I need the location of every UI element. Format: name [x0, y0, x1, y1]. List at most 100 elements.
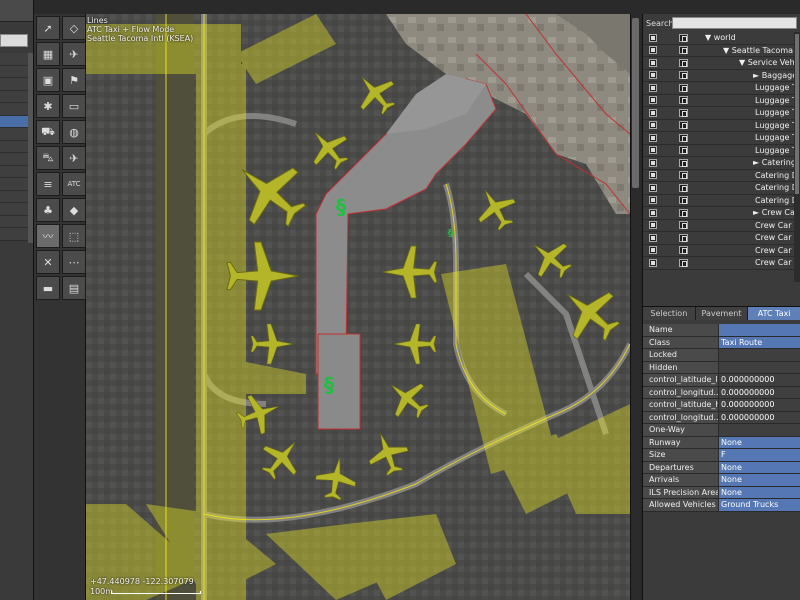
property-value[interactable] — [719, 424, 800, 436]
lock-checkbox[interactable] — [679, 208, 688, 217]
search-input[interactable] — [672, 17, 797, 29]
list-item[interactable] — [0, 65, 28, 78]
object-string-icon[interactable]: ⋯ — [62, 250, 86, 274]
tree-row[interactable]: Crew Car D — [643, 219, 800, 232]
lock-checkbox[interactable] — [679, 46, 688, 55]
visibility-checkbox[interactable] — [649, 58, 657, 67]
object-tool-icon[interactable]: ▣ — [36, 68, 60, 92]
tree-row[interactable]: Luggage T — [643, 107, 800, 120]
airport-beacon-icon[interactable]: ✈ — [62, 42, 86, 66]
lock-checkbox[interactable] — [679, 33, 688, 42]
property-value[interactable]: 0.000000000 — [719, 411, 800, 423]
tree-row[interactable]: Catering D — [643, 182, 800, 195]
truck-parking-icon[interactable]: ⛟ — [36, 120, 60, 144]
property-value[interactable]: None — [719, 486, 800, 498]
exclusion-zone-icon[interactable]: ✕ — [36, 250, 60, 274]
visibility-checkbox[interactable] — [649, 158, 657, 167]
tree-row[interactable]: ▼ Seattle Tacoma I — [643, 44, 800, 57]
visibility-checkbox[interactable] — [649, 258, 657, 267]
visibility-checkbox[interactable] — [649, 208, 657, 217]
list-item[interactable] — [0, 165, 28, 178]
visibility-checkbox[interactable] — [649, 146, 657, 155]
property-value[interactable]: F — [719, 449, 800, 461]
visibility-checkbox[interactable] — [649, 133, 657, 142]
tree-row[interactable]: Luggage T — [643, 132, 800, 145]
map-scrollbar[interactable] — [630, 14, 640, 600]
taxi-route-icon[interactable]: 〰 — [36, 224, 60, 248]
property-value[interactable]: None — [719, 461, 800, 473]
tree-row[interactable]: ► Catering — [643, 157, 800, 170]
tree-row[interactable]: Luggage T — [643, 144, 800, 157]
tree-row[interactable]: Crew Car D — [643, 257, 800, 270]
tree-forest-icon[interactable]: ♣ — [36, 198, 60, 222]
lock-checkbox[interactable] — [679, 183, 688, 192]
lock-checkbox[interactable] — [679, 158, 688, 167]
lock-checkbox[interactable] — [679, 196, 688, 205]
tree-row[interactable]: Catering D — [643, 169, 800, 182]
lock-checkbox[interactable] — [679, 96, 688, 105]
visibility-checkbox[interactable] — [649, 33, 657, 42]
line-marking-icon[interactable]: ≡ — [36, 172, 60, 196]
property-value[interactable]: None — [719, 474, 800, 486]
tab-atc-taxi[interactable]: ATC Taxi — [748, 307, 800, 320]
tree-row[interactable]: Luggage T — [643, 82, 800, 95]
property-value[interactable]: Ground Trucks — [719, 499, 800, 511]
visibility-checkbox[interactable] — [649, 246, 657, 255]
tree-row[interactable]: Luggage T — [643, 119, 800, 132]
visibility-checkbox[interactable] — [649, 221, 657, 230]
tree-row[interactable]: ► Crew Ca — [643, 207, 800, 220]
visibility-checkbox[interactable] — [649, 183, 657, 192]
visibility-checkbox[interactable] — [649, 108, 657, 117]
list-item[interactable] — [0, 178, 28, 191]
boundary-icon[interactable]: ⬚ — [62, 224, 86, 248]
lock-checkbox[interactable] — [679, 146, 688, 155]
tree-row[interactable]: Crew Car D — [643, 244, 800, 257]
windsock-icon[interactable]: ⚑ — [62, 68, 86, 92]
list-item[interactable] — [0, 90, 28, 103]
hierarchy-scrollbar[interactable] — [794, 32, 800, 282]
lock-checkbox[interactable] — [679, 83, 688, 92]
runway-light-icon[interactable]: ◍ — [62, 120, 86, 144]
lock-checkbox[interactable] — [679, 108, 688, 117]
visibility-checkbox[interactable] — [649, 196, 657, 205]
visibility-checkbox[interactable] — [649, 46, 657, 55]
property-value[interactable]: None — [719, 436, 800, 448]
list-item[interactable] — [0, 215, 28, 228]
property-value[interactable]: 0.000000000 — [719, 399, 800, 411]
tab-pavement[interactable]: Pavement — [695, 307, 749, 320]
select-arrow-icon[interactable]: ➚ — [36, 16, 60, 40]
list-item[interactable] — [0, 228, 28, 241]
lock-checkbox[interactable] — [679, 133, 688, 142]
hierarchy-tree[interactable]: ▼ world ▼ Seattle Tacoma I ▼ Service Vehic… — [643, 32, 800, 284]
list-item[interactable] — [0, 53, 28, 66]
library-list[interactable] — [0, 53, 28, 241]
list-item[interactable] — [0, 128, 28, 141]
property-value[interactable] — [719, 361, 800, 373]
list-item-selected[interactable] — [0, 115, 28, 128]
map-canvas[interactable]: § § § — [86, 14, 630, 600]
visibility-checkbox[interactable] — [649, 171, 657, 180]
lock-checkbox[interactable] — [679, 58, 688, 67]
lock-checkbox[interactable] — [679, 258, 688, 267]
draped-polygon-icon[interactable]: ◆ — [62, 198, 86, 222]
property-value[interactable]: 0.000000000 — [719, 374, 800, 386]
tree-row[interactable]: Catering D — [643, 194, 800, 207]
library-filter-input[interactable] — [0, 34, 28, 47]
list-item[interactable] — [0, 203, 28, 216]
library-scrollbar[interactable] — [28, 53, 33, 243]
list-item[interactable] — [0, 78, 28, 91]
lock-checkbox[interactable] — [679, 221, 688, 230]
list-item[interactable] — [0, 153, 28, 166]
vehicle-tool-icon[interactable]: ⛍ — [36, 146, 60, 170]
visibility-checkbox[interactable] — [649, 96, 657, 105]
sign-tool-icon[interactable]: ▭ — [62, 94, 86, 118]
property-value[interactable]: 0.000000000 — [719, 386, 800, 398]
tree-row[interactable]: ▼ world — [643, 32, 800, 45]
lock-checkbox[interactable] — [679, 71, 688, 80]
visibility-checkbox[interactable] — [649, 121, 657, 130]
lock-checkbox[interactable] — [679, 233, 688, 242]
map-scrollbar-thumb[interactable] — [632, 18, 639, 188]
tree-row[interactable]: ▼ Service Vehic — [643, 57, 800, 70]
list-item[interactable] — [0, 103, 28, 116]
tree-row[interactable]: Crew Car D — [643, 232, 800, 245]
